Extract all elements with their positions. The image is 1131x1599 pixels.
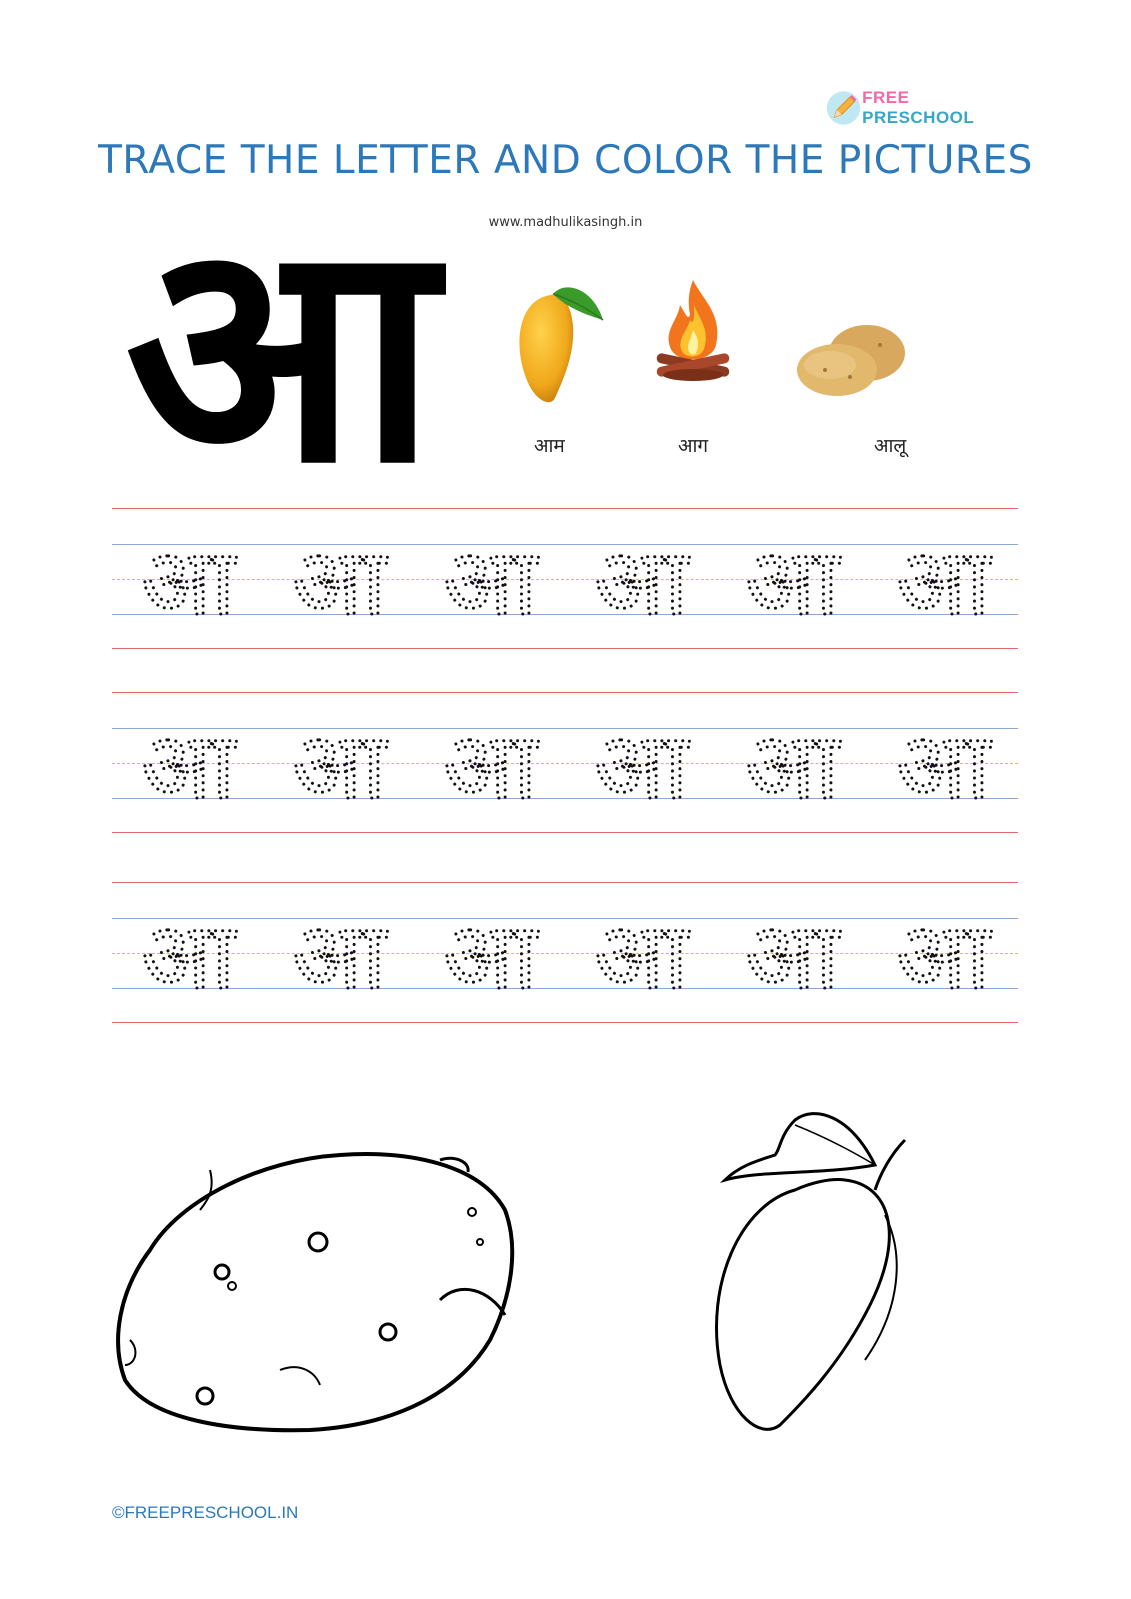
svg-text:आ: आ [895, 904, 991, 1004]
word-potato: आलू [874, 435, 907, 457]
svg-text:आ: आ [140, 904, 236, 1004]
svg-text:आ: आ [140, 714, 236, 814]
dotted-letter[interactable]: आ [586, 904, 696, 1004]
big-letter: आ [125, 175, 437, 530]
dotted-letter[interactable]: आ [586, 530, 696, 630]
dotted-letter[interactable]: आ [586, 714, 696, 814]
svg-text:आ: आ [744, 714, 840, 814]
top-red-line [112, 882, 1018, 883]
dotted-letter[interactable]: आ [888, 530, 998, 630]
bottom-red-line [112, 832, 1018, 833]
potato-icon [797, 325, 905, 396]
pencil-circle-icon [826, 91, 861, 125]
trace-letters: आआआआआआ [112, 530, 1018, 630]
tracing-row[interactable]: आआआआआआ [112, 508, 1018, 649]
svg-text:आ: आ [744, 530, 840, 630]
dotted-letter[interactable]: आ [133, 714, 243, 814]
dotted-letter[interactable]: आ [133, 530, 243, 630]
svg-text:आ: आ [744, 904, 840, 1004]
dotted-letter[interactable]: आ [737, 530, 847, 630]
svg-text:आ: आ [895, 530, 991, 630]
trace-letters: आआआआआआ [112, 714, 1018, 814]
svg-text:आ: आ [442, 714, 538, 814]
dotted-letter[interactable]: आ [737, 714, 847, 814]
dotted-letter[interactable]: आ [284, 714, 394, 814]
svg-text:आ: आ [140, 530, 236, 630]
bottom-red-line [112, 648, 1018, 649]
dotted-letter[interactable]: आ [888, 904, 998, 1004]
svg-text:आ: आ [442, 904, 538, 1004]
copyright-footer: ©FREEPRESCHOOL.IN [112, 1503, 299, 1522]
dotted-letter[interactable]: आ [435, 904, 545, 1004]
dotted-letter[interactable]: आ [133, 904, 243, 1004]
svg-text:आ: आ [593, 904, 689, 1004]
svg-text:आ: आ [291, 714, 387, 814]
dotted-letter[interactable]: आ [284, 530, 394, 630]
top-red-line [112, 692, 1018, 693]
svg-text:आ: आ [593, 714, 689, 814]
brand-logo: FREE PRESCHOOL [825, 88, 1015, 128]
bottom-red-line [112, 1022, 1018, 1023]
tracing-row[interactable]: आआआआआआ [112, 692, 1018, 833]
trace-letters: आआआआआआ [112, 904, 1018, 1004]
potato-outline-icon[interactable] [110, 1140, 530, 1440]
word-fire: आग [678, 435, 709, 457]
dotted-letter[interactable]: आ [888, 714, 998, 814]
svg-text:आ: आ [895, 714, 991, 814]
dotted-letter[interactable]: आ [737, 904, 847, 1004]
bonfire-icon [656, 280, 730, 381]
word-mango: आम [534, 435, 565, 457]
svg-text:आ: आ [291, 904, 387, 1004]
svg-text:आ: आ [442, 530, 538, 630]
dotted-letter[interactable]: आ [284, 904, 394, 1004]
dotted-letter[interactable]: आ [435, 530, 545, 630]
mango-outline-icon[interactable] [700, 1095, 930, 1440]
mango-icon [519, 287, 604, 403]
brand-name: FREE PRESCHOOL [862, 88, 975, 127]
svg-text:आ: आ [291, 530, 387, 630]
top-red-line [112, 508, 1018, 509]
svg-text:आ: आ [593, 530, 689, 630]
dotted-letter[interactable]: आ [435, 714, 545, 814]
tracing-row[interactable]: आआआआआआ [112, 882, 1018, 1023]
